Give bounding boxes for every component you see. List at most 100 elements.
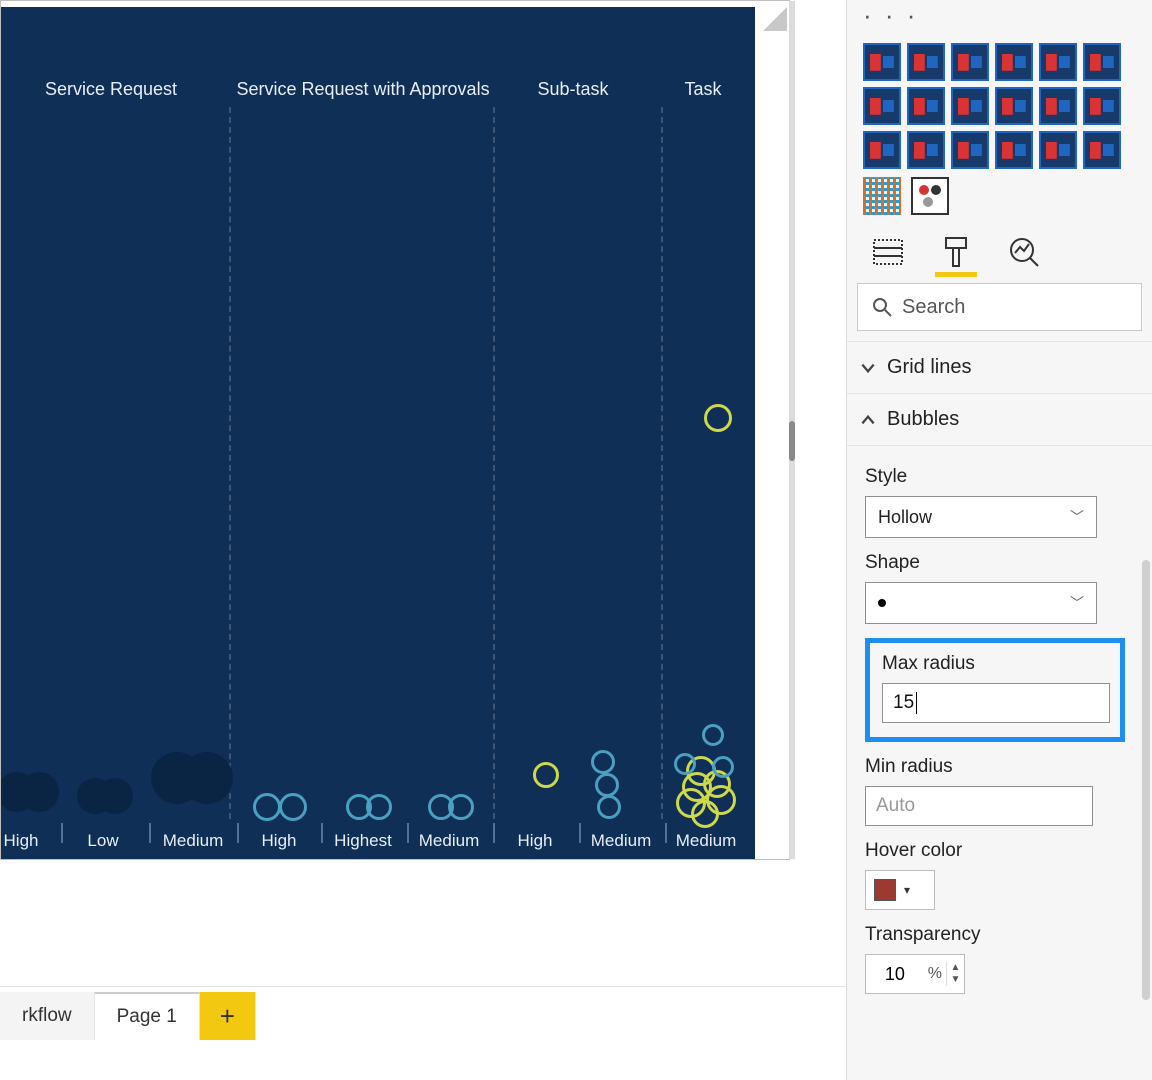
shape-label: Shape — [865, 552, 1134, 574]
color-swatch-icon — [874, 879, 896, 901]
resize-handle-icon[interactable] — [763, 7, 787, 31]
bubble-point[interactable] — [591, 750, 615, 774]
section-gridlines[interactable]: Grid lines — [847, 341, 1152, 393]
bubble-point[interactable] — [253, 793, 281, 821]
xaxis-separator — [149, 823, 151, 843]
bubbles-settings: Style Hollow ﹀ Shape ﹀ Max radius 15 Min… — [847, 446, 1152, 1012]
viz-type-icon[interactable] — [1083, 131, 1121, 169]
viz-type-icon[interactable] — [951, 87, 989, 125]
chevron-down-icon: ﹀ — [1070, 593, 1084, 613]
shape-select[interactable]: ﹀ — [865, 582, 1097, 624]
transparency-label: Transparency — [865, 924, 1134, 946]
column-header: Task — [684, 79, 721, 100]
style-value: Hollow — [878, 507, 932, 528]
xaxis-tick: Highest — [334, 831, 392, 851]
viz-type-icon[interactable] — [907, 43, 945, 81]
viz-type-icon[interactable] — [951, 131, 989, 169]
visualization-gallery — [847, 37, 1152, 173]
pane-scrollbar-thumb[interactable] — [1142, 560, 1150, 1000]
bubble-point[interactable] — [597, 795, 621, 819]
viz-type-icon[interactable] — [995, 87, 1033, 125]
fields-tab-icon[interactable] — [871, 235, 905, 269]
xaxis-tick: Medium — [419, 831, 479, 851]
bubble-point[interactable] — [366, 794, 392, 820]
xaxis-separator — [665, 823, 667, 843]
transparency-unit: % — [924, 965, 946, 983]
visual-frame[interactable]: Service RequestService Request with Appr… — [0, 0, 790, 860]
style-label: Style — [865, 466, 1134, 488]
search-input[interactable]: Search — [857, 283, 1142, 331]
viz-type-icon[interactable] — [907, 131, 945, 169]
more-options-icon[interactable]: · · · — [847, 0, 1152, 37]
add-page-button[interactable]: + — [200, 992, 256, 1040]
column-divider — [229, 107, 231, 819]
max-radius-highlight: Max radius 15 — [865, 638, 1125, 742]
section-label: Grid lines — [887, 356, 971, 379]
report-canvas[interactable]: Service RequestService Request with Appr… — [0, 0, 846, 1080]
analytics-tab-icon[interactable] — [1007, 235, 1041, 269]
viz-type-icon[interactable] — [951, 43, 989, 81]
viz-type-icon[interactable] — [995, 131, 1033, 169]
xaxis-separator — [321, 823, 323, 843]
xaxis-separator — [493, 823, 495, 843]
section-bubbles[interactable]: Bubbles — [847, 393, 1152, 446]
bubble-point[interactable] — [533, 762, 559, 788]
bubble-point[interactable] — [19, 772, 59, 812]
xaxis-separator — [237, 823, 239, 843]
shape-dot-icon — [878, 599, 886, 607]
chevron-down-icon: ▾ — [904, 883, 910, 897]
column-divider — [661, 107, 663, 819]
min-radius-label: Min radius — [865, 756, 1134, 778]
pane-tab-strip — [847, 225, 1152, 269]
bubble-point[interactable] — [181, 752, 233, 804]
search-icon — [872, 297, 892, 317]
transparency-input[interactable]: 10 % ▲▼ — [865, 954, 965, 994]
bubble-point[interactable] — [712, 756, 734, 778]
column-header: Sub-task — [537, 79, 608, 100]
chevron-up-icon — [859, 411, 877, 429]
viz-type-icon[interactable] — [863, 43, 901, 81]
viz-type-icon[interactable] — [863, 131, 901, 169]
hover-color-label: Hover color — [865, 840, 1134, 862]
bubble-point[interactable] — [702, 724, 724, 746]
min-radius-placeholder: Auto — [876, 795, 915, 817]
format-tab-icon[interactable] — [939, 235, 973, 269]
viz-type-icon[interactable] — [1039, 87, 1077, 125]
viz-type-icon[interactable] — [1083, 87, 1121, 125]
bubble-chart[interactable]: Service RequestService Request with Appr… — [1, 7, 755, 859]
page-tab-strip: rkflow Page 1 + — [0, 986, 846, 1040]
min-radius-input[interactable]: Auto — [865, 786, 1093, 826]
viz-type-icon[interactable] — [863, 87, 901, 125]
chevron-down-icon: ﹀ — [1070, 507, 1084, 527]
bubble-point[interactable] — [674, 753, 696, 775]
viz-type-icon[interactable] — [863, 177, 901, 215]
style-select[interactable]: Hollow ﹀ — [865, 496, 1097, 538]
format-pane: · · · — [846, 0, 1152, 1080]
page-tab-partial[interactable]: rkflow — [0, 992, 95, 1040]
bubble-point[interactable] — [595, 773, 619, 797]
chart-scrollbar-thumb[interactable] — [789, 421, 795, 461]
viz-type-icon[interactable] — [911, 177, 949, 215]
xaxis-tick: Medium — [591, 831, 651, 851]
viz-type-icon[interactable] — [1039, 43, 1077, 81]
xaxis-tick: High — [518, 831, 553, 851]
column-divider — [493, 107, 495, 819]
bubble-point[interactable] — [97, 778, 133, 814]
bubble-point[interactable] — [448, 794, 474, 820]
viz-type-icon[interactable] — [995, 43, 1033, 81]
page-tab-page1[interactable]: Page 1 — [95, 992, 200, 1040]
spinner-arrows-icon[interactable]: ▲▼ — [946, 962, 964, 986]
xaxis-separator — [407, 823, 409, 843]
xaxis-tick: Medium — [676, 831, 736, 851]
viz-type-icon[interactable] — [1039, 131, 1077, 169]
xaxis-tick: Low — [87, 831, 118, 851]
column-header: Service Request — [45, 79, 177, 100]
transparency-value: 10 — [866, 964, 924, 985]
viz-type-icon[interactable] — [1083, 43, 1121, 81]
hover-color-picker[interactable]: ▾ — [865, 870, 935, 910]
viz-type-icon[interactable] — [907, 87, 945, 125]
max-radius-input[interactable]: 15 — [882, 683, 1110, 723]
bubble-point[interactable] — [279, 793, 307, 821]
bubble-point[interactable] — [704, 404, 732, 432]
section-label: Bubbles — [887, 408, 959, 431]
